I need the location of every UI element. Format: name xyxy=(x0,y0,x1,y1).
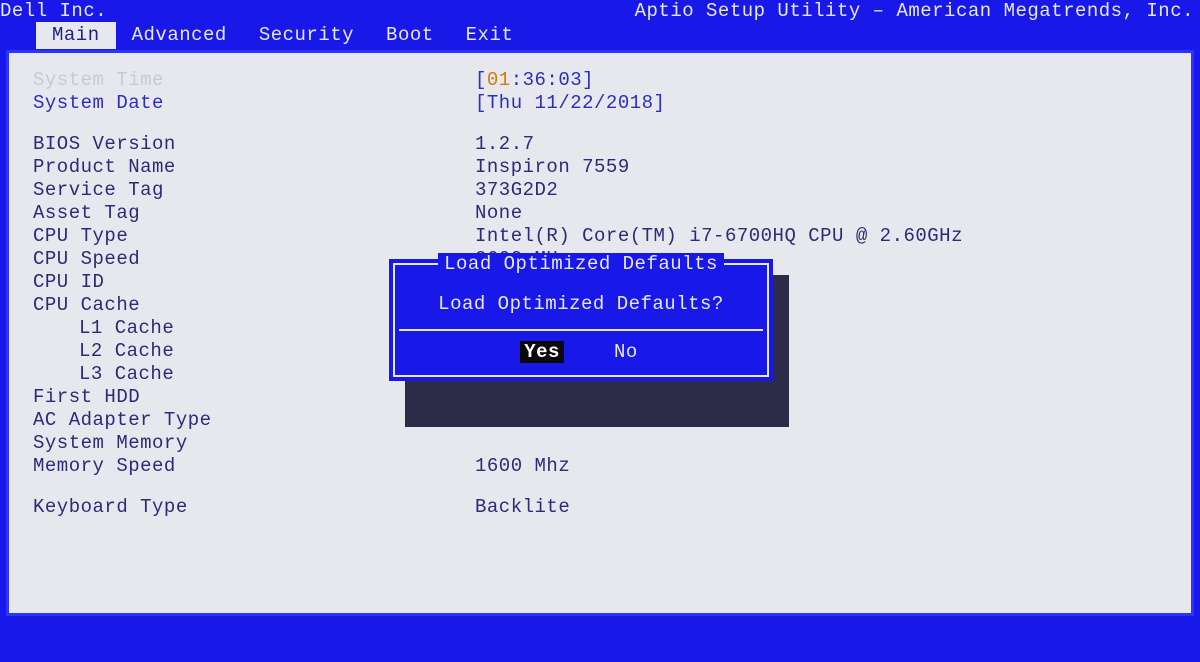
memory-speed-label: Memory Speed xyxy=(33,455,475,478)
memory-speed-value: 1600 Mhz xyxy=(475,455,570,478)
system-date-value[interactable]: [Thu 11/22/2018] xyxy=(475,92,665,115)
system-memory-label: System Memory xyxy=(33,432,475,455)
menu-tabbar: Main Advanced Security Boot Exit xyxy=(0,22,1200,49)
asset-tag-value: None xyxy=(475,202,523,225)
dialog-yes-button[interactable]: Yes xyxy=(520,341,564,363)
tab-exit[interactable]: Exit xyxy=(450,22,530,49)
tab-advanced[interactable]: Advanced xyxy=(116,22,243,49)
system-time-value[interactable]: [01:36:03] xyxy=(475,69,594,92)
service-tag-label: Service Tag xyxy=(33,179,475,202)
product-name-value: Inspiron 7559 xyxy=(475,156,630,179)
utility-title: Aptio Setup Utility – American Megatrend… xyxy=(635,0,1200,22)
bios-version-value: 1.2.7 xyxy=(475,133,535,156)
main-panel: System Time [01:36:03] System Date [Thu … xyxy=(6,50,1194,616)
keyboard-type-value: Backlite xyxy=(475,496,570,519)
bios-version-label: BIOS Version xyxy=(33,133,475,156)
dialog-title: Load Optimized Defaults xyxy=(438,253,724,275)
tab-boot[interactable]: Boot xyxy=(370,22,450,49)
system-time-label: System Time xyxy=(33,69,475,92)
dialog-message: Load Optimized Defaults? xyxy=(395,275,767,329)
tab-security[interactable]: Security xyxy=(243,22,370,49)
vendor-label: Dell Inc. xyxy=(0,0,107,22)
tab-main[interactable]: Main xyxy=(36,22,116,49)
system-date-label: System Date xyxy=(33,92,475,115)
keyboard-type-label: Keyboard Type xyxy=(33,496,475,519)
load-defaults-dialog: Load Optimized Defaults Load Optimized D… xyxy=(389,259,773,381)
key-legend: ↑↓→←:Move F9:Load Defaults Enter:Select … xyxy=(0,616,1200,662)
asset-tag-label: Asset Tag xyxy=(33,202,475,225)
cpu-type-value: Intel(R) Core(TM) i7-6700HQ CPU @ 2.60GH… xyxy=(475,225,963,248)
cpu-type-label: CPU Type xyxy=(33,225,475,248)
service-tag-value: 373G2D2 xyxy=(475,179,558,202)
dialog-no-button[interactable]: No xyxy=(610,341,642,363)
product-name-label: Product Name xyxy=(33,156,475,179)
